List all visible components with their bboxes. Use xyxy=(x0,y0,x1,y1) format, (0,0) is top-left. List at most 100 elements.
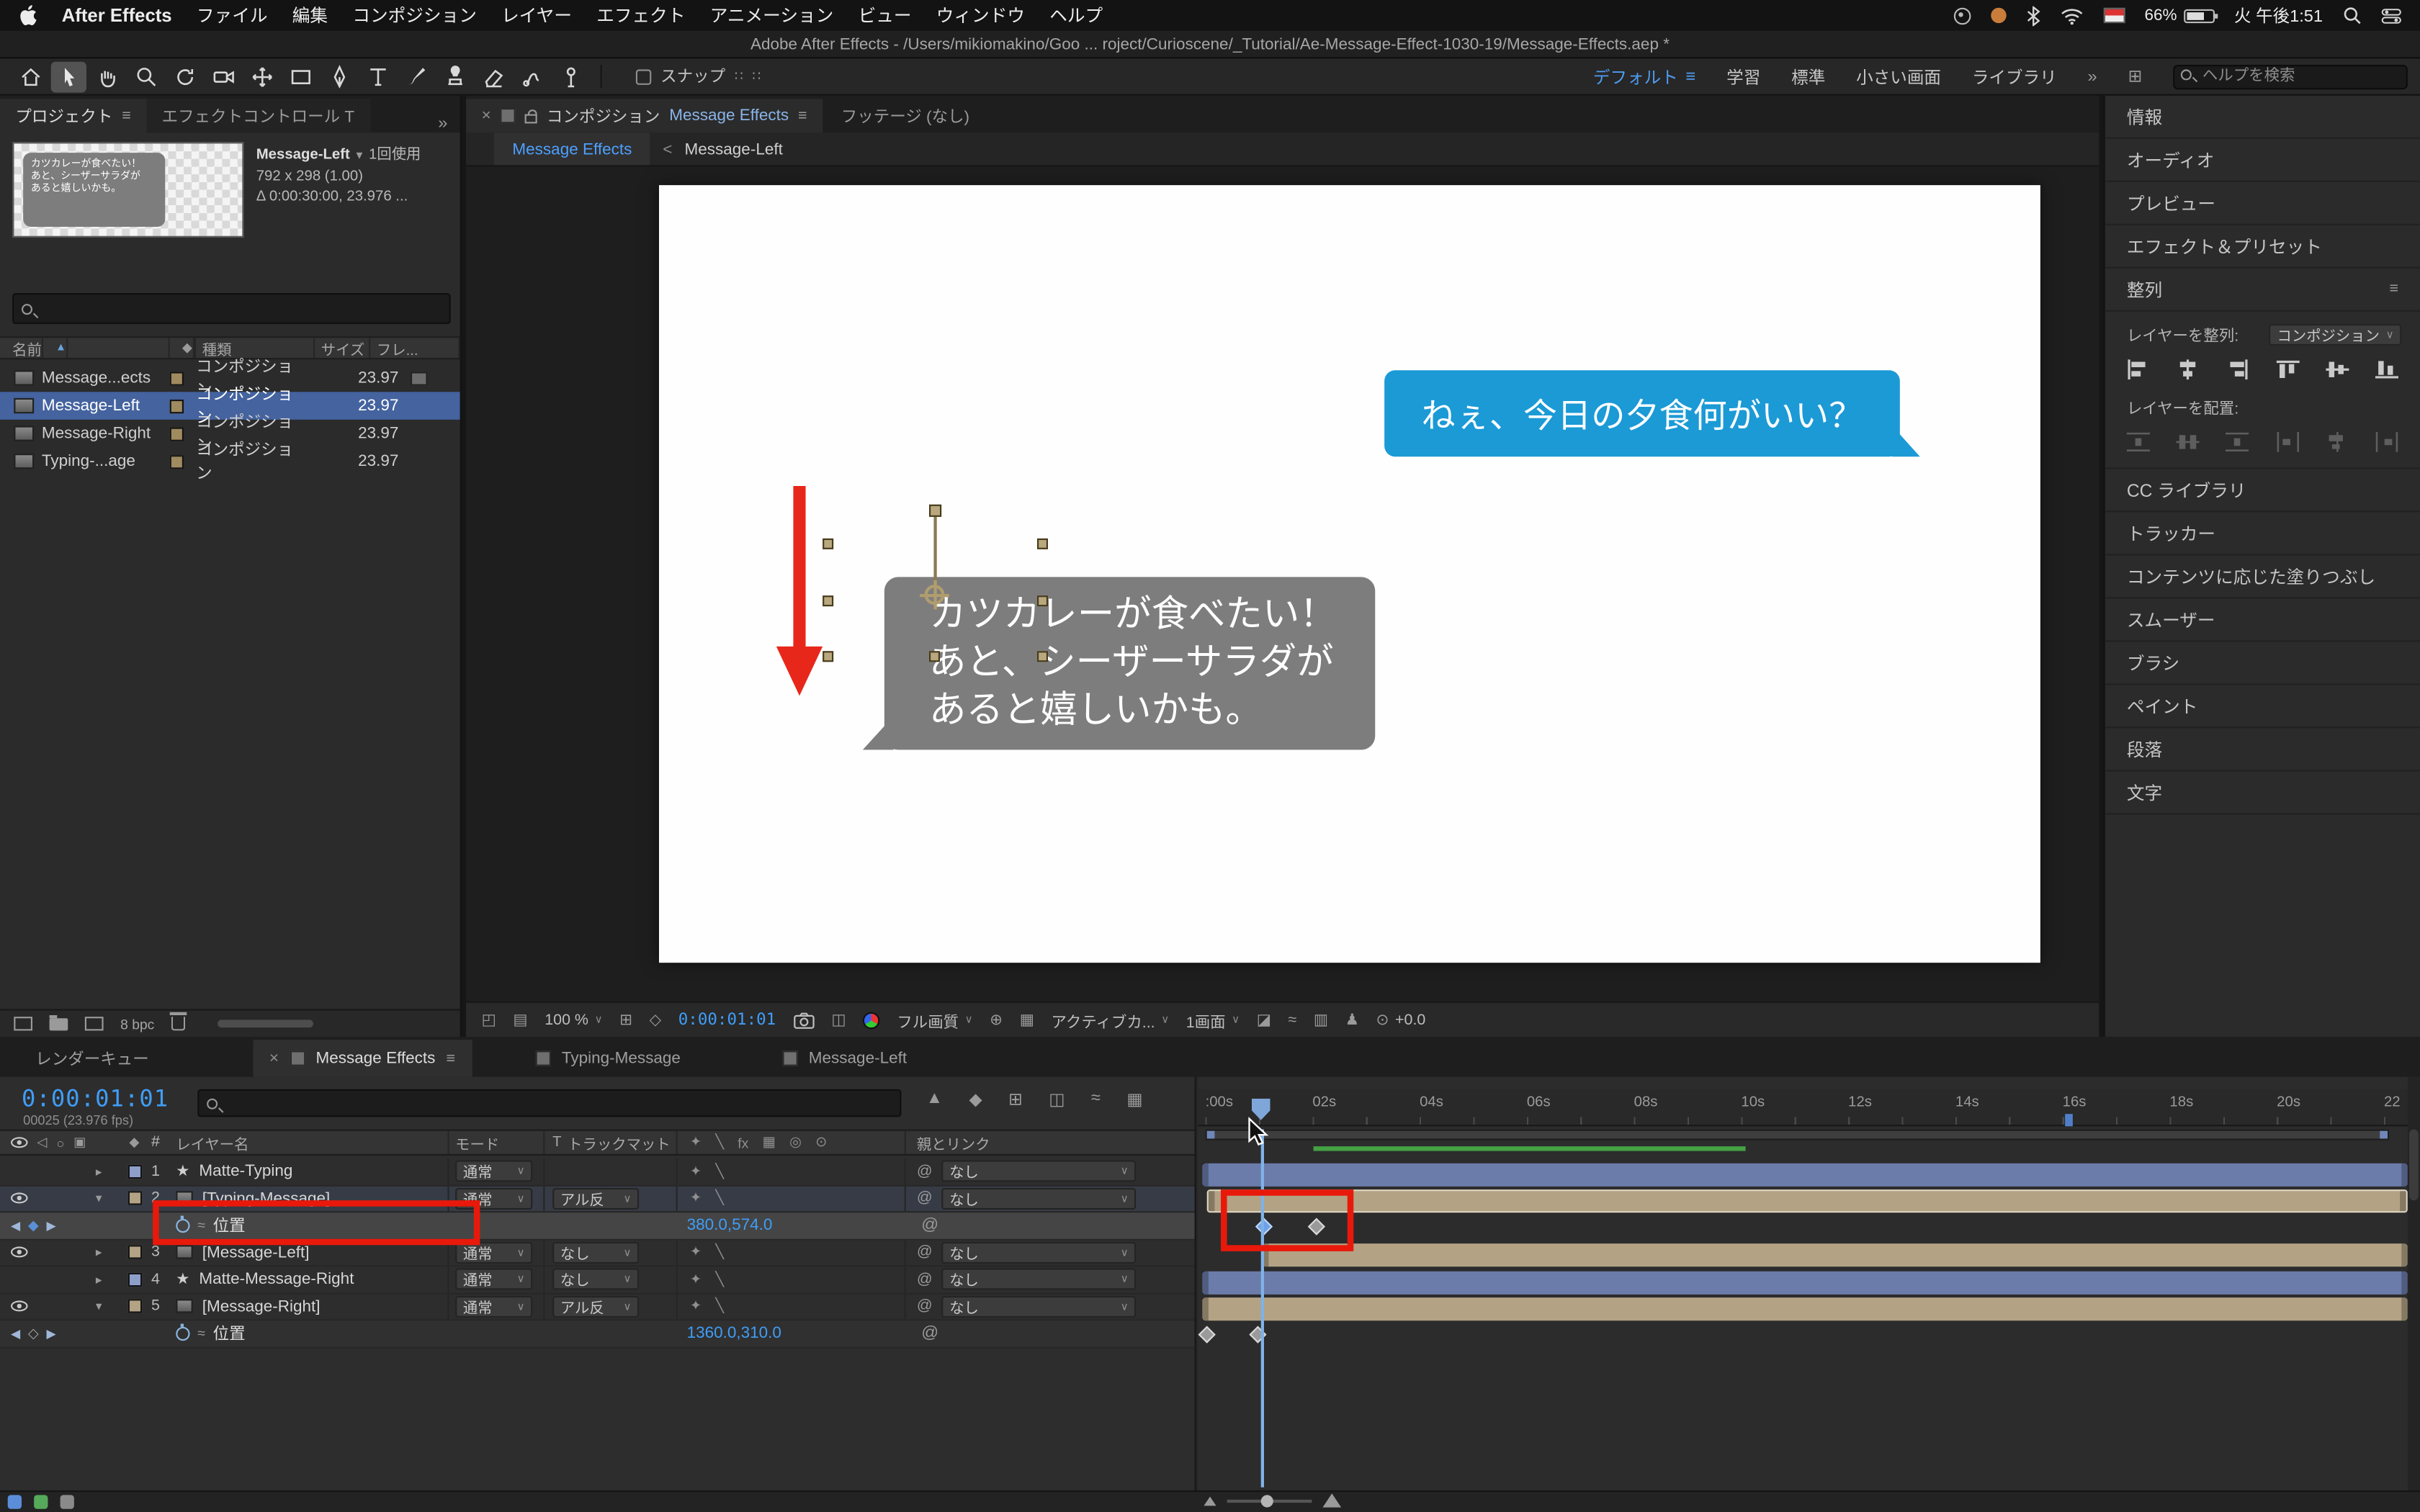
number-column[interactable]: # xyxy=(151,1134,176,1151)
layer-name-column[interactable]: レイヤー名 xyxy=(176,1132,447,1153)
camera-dropdown[interactable]: アクティブカ... ∨ xyxy=(1052,1008,1170,1032)
pickwhip-icon[interactable]: @ xyxy=(921,1216,938,1235)
message-bubble-gray[interactable]: カツカレーが食べたい！ あと、シーザーサラダが あると嬉しいかも。 xyxy=(862,577,1376,750)
menu-item[interactable]: ファイル xyxy=(197,3,268,27)
sidebar-panel[interactable]: エフェクト＆プリセット xyxy=(2105,225,2420,269)
workspace-item[interactable]: 小さい画面 xyxy=(1856,64,1941,89)
distribute-v-center-icon[interactable] xyxy=(2176,432,2200,452)
distribute-top-icon[interactable] xyxy=(2126,432,2150,452)
snap-options2-icon[interactable]: ∷ xyxy=(752,68,761,85)
home-button[interactable] xyxy=(12,61,48,92)
position-value[interactable]: 1360.0,310.0 xyxy=(687,1324,781,1343)
menu-item[interactable]: ビュー xyxy=(859,3,912,27)
column-name[interactable]: 名前 ▲ xyxy=(0,338,170,359)
label-color-chip[interactable] xyxy=(127,1191,142,1206)
hide-shy-layers-icon[interactable]: ⊞ xyxy=(1008,1089,1023,1110)
panel-menu-icon[interactable]: ≡ xyxy=(798,107,807,125)
selection-handle[interactable] xyxy=(1037,595,1048,607)
pickwhip-icon[interactable]: @ xyxy=(921,1324,938,1343)
channel-rgb-icon[interactable] xyxy=(863,1011,880,1029)
snap-checkbox[interactable] xyxy=(635,68,652,84)
panel-menu-icon[interactable]: ≡ xyxy=(446,1050,455,1067)
message-bubble-blue[interactable]: ねぇ、今日の夕食何がいい？ xyxy=(1384,370,1920,457)
label-color-chip[interactable] xyxy=(127,1245,142,1260)
distribute-right-icon[interactable] xyxy=(2375,432,2398,452)
viewer-pasteboard[interactable]: ねぇ、今日の夕食何がいい？ カツカレーが食べたい！ あと、シーザーサラダが ある… xyxy=(466,166,2099,1002)
eye-icon[interactable] xyxy=(11,1246,28,1258)
sidebar-panel[interactable]: スムーザー xyxy=(2105,598,2420,642)
tab-project[interactable]: プロジェクト ≡ xyxy=(0,99,147,133)
sidebar-panel[interactable]: ブラシ xyxy=(2105,642,2420,685)
distribute-bottom-icon[interactable] xyxy=(2226,432,2249,452)
breadcrumb-current[interactable]: Message-Left xyxy=(685,140,783,158)
anchor-point[interactable] xyxy=(920,580,949,610)
pixel-aspect-icon[interactable]: ◪ xyxy=(1257,1012,1271,1029)
lock-column-icon[interactable]: ▣ xyxy=(73,1134,86,1151)
timeline-graph-icon[interactable]: ▥ xyxy=(1314,1012,1328,1029)
next-keyframe-icon[interactable]: ▶ xyxy=(46,1326,55,1340)
menu-item[interactable]: レイヤー xyxy=(501,3,572,27)
playhead-line[interactable] xyxy=(1260,1129,1263,1488)
sidebar-panel[interactable]: 文字 xyxy=(2105,771,2420,815)
roto-brush-tool-button[interactable] xyxy=(514,61,550,92)
current-timecode[interactable]: 0:00:01:01 xyxy=(22,1084,169,1112)
selection-handle[interactable] xyxy=(1037,538,1048,549)
align-h-center-icon[interactable] xyxy=(2177,359,2200,380)
mask-toggle-icon[interactable]: ◇ xyxy=(650,1012,662,1029)
column-label-icon[interactable]: ◆ xyxy=(170,338,197,359)
panel-menu-icon[interactable]: ≡ xyxy=(2389,281,2398,298)
tab-effect-controls[interactable]: エフェクトコントロール T xyxy=(146,99,370,133)
trackmatte-dropdown[interactable]: なし ∨ xyxy=(552,1268,640,1290)
viewer-timecode[interactable]: 0:00:01:01 xyxy=(678,1011,776,1030)
menu-item[interactable]: コンポジション xyxy=(352,3,477,27)
solo-column-icon[interactable]: ○ xyxy=(56,1135,64,1150)
time-ruler[interactable]: :00s 02s 04s 06s 08s 10s 12s 14s 16s 18s 20s 22 xyxy=(1197,1089,2408,1127)
frame-blending-icon[interactable]: ◫ xyxy=(1049,1089,1065,1110)
zoom-slider[interactable] xyxy=(1227,1494,1312,1507)
align-bottom-icon[interactable] xyxy=(2375,359,2398,379)
zoom-dropdown[interactable]: 100 % ∨ xyxy=(544,1012,602,1029)
align-left-icon[interactable] xyxy=(2127,359,2150,380)
project-row[interactable]: Typing-...age コンポジション 23.97 xyxy=(0,441,460,483)
layer-row-1[interactable]: ▸ 1 ★ Matte-Typing 通常 ∨ ✦ ╲ @ なし ∨ xyxy=(0,1158,1195,1186)
twirl-icon[interactable]: ▾ xyxy=(96,1192,117,1205)
transparency-grid-icon[interactable]: ▦ xyxy=(1020,1012,1034,1029)
graph-editor-icon[interactable]: ▦ xyxy=(1126,1089,1142,1110)
shape-tool-button[interactable] xyxy=(282,61,318,92)
position-property-row-2[interactable]: ◀ ◇ ▶ ≈ 位置 1360.0,310.0 @ xyxy=(0,1320,1195,1348)
snap-control[interactable]: スナップ ∷ ∷ xyxy=(635,65,761,88)
project-thumbnail[interactable]: カツカレーが食べたい！ あと、シーザーサラダが あると嬉しいかも。 xyxy=(12,142,244,238)
app-name[interactable]: After Effects xyxy=(62,4,172,26)
position-value[interactable]: 380.0,574.0 xyxy=(687,1216,773,1235)
parent-dropdown[interactable]: なし ∨ xyxy=(941,1295,1137,1318)
new-folder-icon[interactable] xyxy=(49,1014,68,1030)
property-name[interactable]: 位置 xyxy=(213,1322,246,1345)
mode-column[interactable]: モード xyxy=(447,1130,543,1154)
spotlight-search-icon[interactable] xyxy=(2343,6,2362,25)
add-keyframe-icon[interactable]: ◆ xyxy=(28,1217,39,1234)
workspace-overflow-chevron[interactable]: » xyxy=(2088,67,2097,86)
panel-menu-icon[interactable]: ≡ xyxy=(122,107,131,125)
column-size[interactable]: サイズ xyxy=(315,338,371,359)
snapshot-camera-icon[interactable] xyxy=(793,1012,815,1029)
parent-dropdown[interactable]: なし ∨ xyxy=(941,1268,1137,1290)
exposure-control[interactable]: ⊙ +0.0 xyxy=(1376,1012,1425,1029)
always-preview-icon[interactable]: ◰ xyxy=(482,1012,496,1029)
label-column-icon[interactable]: ◆ xyxy=(129,1134,139,1151)
battery-indicator[interactable]: 66% xyxy=(2145,6,2218,24)
label-color-chip[interactable] xyxy=(169,371,184,385)
menu-item[interactable]: ヘルプ xyxy=(1049,3,1103,27)
app-status-icon[interactable] xyxy=(1990,7,2006,24)
parent-dropdown[interactable]: なし ∨ xyxy=(941,1160,1137,1182)
zoom-slider-thumb[interactable] xyxy=(1260,1494,1273,1507)
status-icon-green[interactable] xyxy=(34,1495,48,1509)
label-color-chip[interactable] xyxy=(127,1272,142,1287)
draft3d-icon[interactable]: ◆ xyxy=(969,1089,982,1110)
workspace-item[interactable]: 学習 xyxy=(1726,64,1760,89)
timeline-search-input[interactable] xyxy=(230,1091,879,1116)
disclosure-icon[interactable]: ▼ xyxy=(354,151,364,162)
label-color-chip[interactable] xyxy=(169,398,184,413)
fast-preview-icon[interactable]: ≈ xyxy=(1289,1012,1297,1029)
parent-dropdown[interactable]: なし ∨ xyxy=(941,1241,1137,1264)
workspace-item[interactable]: 標準 xyxy=(1791,64,1825,89)
